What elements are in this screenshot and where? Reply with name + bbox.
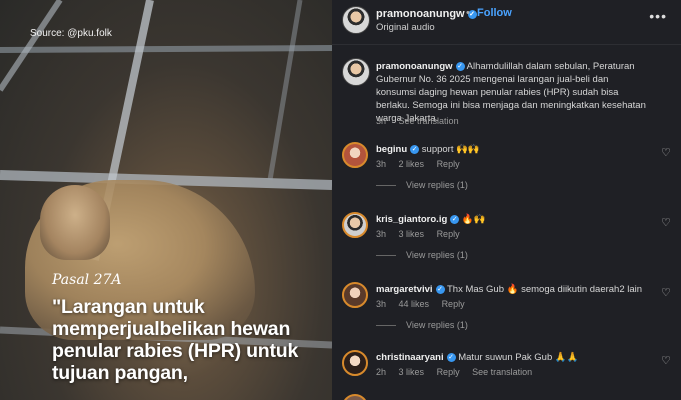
verified-badge-icon: ✓	[435, 284, 445, 294]
comment-meta: 3h 44 likes Reply	[376, 299, 475, 309]
comment-body: support 🙌🙌	[421, 144, 480, 155]
reply-button[interactable]: Reply	[437, 367, 460, 377]
view-replies-label[interactable]: View replies (1)	[406, 250, 468, 260]
comment-text: beginu ✓ support 🙌🙌	[376, 144, 480, 155]
caption-username[interactable]: pramonoanungw	[376, 61, 453, 72]
source-credit: Source: @pku.folk	[30, 28, 112, 39]
header-divider	[332, 44, 681, 45]
view-replies[interactable]: View replies (1)	[376, 250, 468, 260]
quote-text: "Larangan untuk memperjualbelikan hewan …	[52, 296, 299, 384]
comment-text: margaretvivi ✓ Thx Mas Gub 🔥 semoga diiku…	[376, 284, 642, 295]
comment-username[interactable]: kris_giantoro.ig	[376, 214, 447, 225]
comment-time: 3h	[376, 159, 387, 169]
comment-time: 3h	[376, 229, 387, 239]
heart-icon[interactable]: ♡	[661, 288, 672, 299]
replies-line	[376, 325, 396, 327]
see-translation-link[interactable]: See translation	[472, 367, 532, 377]
audio-label[interactable]: Original audio	[376, 22, 435, 33]
comment-time: 3h	[376, 299, 387, 309]
separator-dot: •	[466, 7, 470, 19]
comment-likes[interactable]: 3 likes	[399, 229, 425, 239]
comment-username[interactable]: beginu	[376, 144, 407, 155]
verified-badge-icon: ✓	[446, 352, 456, 362]
follow-button[interactable]: Follow	[477, 7, 512, 19]
reply-button[interactable]: Reply	[437, 229, 460, 239]
comment-text: christinaaryani ✓ Matur suwun Pak Gub 🙏🙏	[376, 352, 579, 363]
verified-badge-icon: ✓	[455, 61, 465, 71]
comment-time: 2h	[376, 367, 387, 377]
heart-icon[interactable]: ♡	[661, 148, 672, 159]
view-replies-label[interactable]: View replies (1)	[406, 320, 468, 330]
comment-meta: 3h 2 likes Reply	[376, 159, 470, 169]
comment-username[interactable]: christinaaryani	[376, 352, 444, 363]
view-replies[interactable]: View replies (1)	[376, 320, 468, 330]
avatar[interactable]	[342, 58, 370, 86]
more-options-icon[interactable]: •••	[649, 8, 667, 24]
comment-likes[interactable]: 44 likes	[399, 299, 430, 309]
comment-item: kris_giantoro.ig ✓ 🔥🙌 3h 3 likes Reply ♡ …	[342, 212, 672, 272]
comment-body: Matur suwun Pak Gub 🙏🙏	[458, 352, 579, 363]
caption-meta: 3h See translation	[376, 116, 469, 126]
dog-head-image	[40, 185, 110, 260]
heart-icon[interactable]: ♡	[661, 356, 672, 367]
replies-line	[376, 255, 396, 257]
comment-likes[interactable]: 2 likes	[399, 159, 425, 169]
comments-panel: pramonoanungw ✓ • Follow Original audio •…	[332, 0, 681, 400]
comment-body: Thx Mas Gub 🔥 semoga diikutin daerah2 la…	[446, 284, 643, 295]
comment-item: margaretvivi ✓ Thx Mas Gub 🔥 semoga diiku…	[342, 282, 672, 342]
caption-time: 3h	[376, 116, 387, 126]
avatar[interactable]	[342, 350, 368, 376]
comment-text: kris_giantoro.ig ✓ 🔥🙌	[376, 214, 486, 225]
view-replies[interactable]: View replies (1)	[376, 180, 468, 190]
avatar[interactable]	[342, 142, 368, 168]
comment-meta: 2h 3 likes Reply See translation	[376, 367, 542, 377]
comment-username[interactable]: margaretvivi	[376, 284, 433, 295]
reel-video[interactable]: Source: @pku.folk Pasal 27A "Larangan un…	[0, 0, 332, 400]
reply-button[interactable]: Reply	[442, 299, 465, 309]
verified-badge-icon: ✓	[450, 214, 460, 224]
comment-item: beginu ✓ support 🙌🙌 3h 2 likes Reply ♡ Vi…	[342, 142, 672, 202]
view-replies-label[interactable]: View replies (1)	[406, 180, 468, 190]
heart-icon[interactable]: ♡	[661, 218, 672, 229]
post-header: pramonoanungw ✓ • Follow Original audio •…	[332, 0, 681, 44]
username-link[interactable]: pramonoanungw	[376, 8, 465, 20]
avatar[interactable]	[342, 282, 368, 308]
replies-line	[376, 185, 396, 187]
comment-meta: 3h 3 likes Reply	[376, 229, 470, 239]
comment-item: christinaaryani ✓ Matur suwun Pak Gub 🙏🙏 …	[342, 350, 672, 400]
avatar[interactable]	[342, 6, 370, 34]
reply-button[interactable]: Reply	[437, 159, 460, 169]
comment-likes[interactable]: 3 likes	[399, 367, 425, 377]
verified-badge-icon: ✓	[410, 144, 420, 154]
article-label: Pasal 27A	[52, 272, 122, 288]
see-translation-link[interactable]: See translation	[399, 116, 459, 126]
comment-body: 🔥🙌	[461, 214, 486, 225]
header-username[interactable]: pramonoanungw ✓	[376, 8, 477, 20]
avatar[interactable]	[342, 212, 368, 238]
